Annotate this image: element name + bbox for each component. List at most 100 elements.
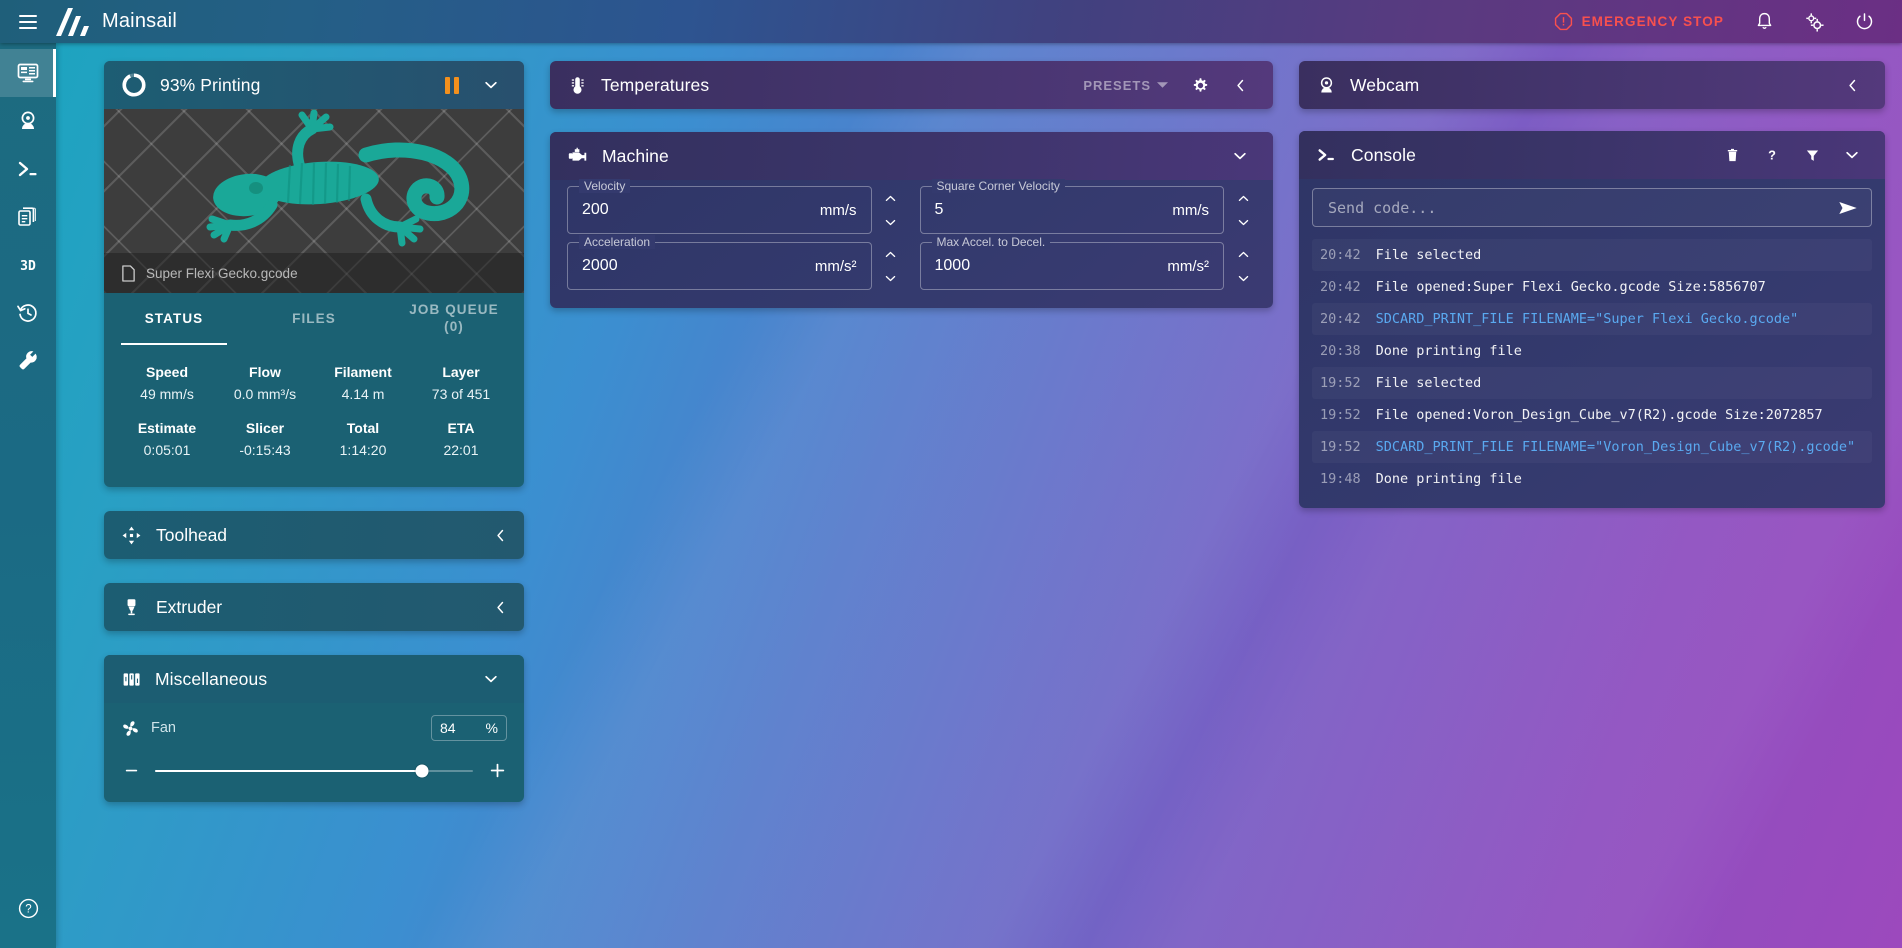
- acceleration-unit: mm/s²: [814, 257, 857, 275]
- temperatures-header: Temperatures PRESETS: [550, 61, 1273, 109]
- velocity-increment-button[interactable]: [878, 188, 904, 208]
- console-log-line: 19:48 Done printing file: [1312, 463, 1872, 495]
- max-accel-to-decel-decrement-button[interactable]: [1230, 268, 1256, 288]
- print-status-actions: [435, 67, 509, 103]
- app-title: Mainsail: [102, 10, 177, 32]
- stat-speed-label: Speed: [145, 364, 188, 380]
- fan-icon: [123, 720, 138, 736]
- plus-icon: [490, 763, 504, 778]
- machine-collapse-button[interactable]: [1222, 138, 1258, 174]
- miscellaneous-header[interactable]: Miscellaneous: [104, 655, 524, 703]
- print-status-collapse-button[interactable]: [473, 67, 509, 103]
- chevron-down-icon: [885, 275, 896, 281]
- bell-icon: [1757, 12, 1771, 29]
- square-corner-velocity-label: Square Corner Velocity: [931, 179, 1065, 193]
- webcam-header: Webcam: [1299, 61, 1885, 109]
- max-accel-to-decel-stepper: [1230, 242, 1256, 290]
- max-accel-to-decel-value: 1000: [934, 257, 971, 274]
- tab-status[interactable]: STATUS: [104, 293, 244, 345]
- max-accel-to-decel-input[interactable]: Max Accel. to Decel. 1000 mm/s²: [919, 235, 1224, 290]
- console-log-line: 19:52 File opened:Voron_Design_Cube_v7(R…: [1312, 399, 1872, 431]
- fan-value: 84: [440, 720, 456, 736]
- toolhead-card[interactable]: Toolhead: [104, 511, 524, 559]
- square-corner-velocity-decrement-button[interactable]: [1230, 212, 1256, 232]
- max-accel-to-decel-increment-button[interactable]: [1230, 244, 1256, 264]
- temperature-presets-button[interactable]: PRESETS: [1073, 68, 1178, 102]
- console-send-input[interactable]: [1328, 198, 1829, 217]
- velocity-decrement-button[interactable]: [878, 212, 904, 232]
- sidebar-item-console[interactable]: [0, 145, 56, 193]
- tab-files[interactable]: FILES: [244, 293, 384, 345]
- notifications-button[interactable]: [1742, 0, 1786, 43]
- temperatures-settings-button[interactable]: [1182, 67, 1218, 103]
- fan-slider-track[interactable]: [155, 764, 473, 777]
- monitor-dashboard-icon: [17, 63, 39, 83]
- fan-increase-button[interactable]: [487, 761, 507, 780]
- console-log-time: 19:52: [1320, 375, 1361, 391]
- chevron-down-icon: [1234, 152, 1246, 160]
- sidebar-item-dashboard[interactable]: [0, 49, 56, 97]
- column-right: Webcam Console ? Send code... 20:42 File…: [1299, 61, 1885, 508]
- console-send-row: [1312, 188, 1872, 227]
- console-log-line: 20:42 File opened:Super Flexi Gecko.gcod…: [1312, 271, 1872, 303]
- chevron-down-icon: [1846, 151, 1858, 159]
- console-log-time: 20:38: [1320, 343, 1361, 359]
- send-icon: [1839, 201, 1857, 214]
- acceleration-increment-button[interactable]: [878, 244, 904, 264]
- sidebar-item-history[interactable]: [0, 289, 56, 337]
- console-log-line: 20:42 File selected: [1312, 239, 1872, 271]
- fan-decrease-button[interactable]: [121, 762, 141, 779]
- toolhead-collapse-button[interactable]: [492, 527, 509, 544]
- velocity-input[interactable]: Velocity 200 mm/s: [567, 179, 872, 234]
- machine-title: Machine: [602, 145, 669, 166]
- sidebar-item-files[interactable]: [0, 193, 56, 241]
- hamburger-icon[interactable]: [0, 0, 56, 43]
- extruder-card[interactable]: Extruder: [104, 583, 524, 631]
- console-filter-button[interactable]: [1794, 137, 1830, 173]
- max-accel-to-decel-field-wrap: Max Accel. to Decel. 1000 mm/s²: [919, 235, 1257, 290]
- fan-row: Fan 84 %: [121, 715, 507, 741]
- webcam-collapse-button[interactable]: [1834, 67, 1870, 103]
- acceleration-decrement-button[interactable]: [878, 268, 904, 288]
- sidebar-item-webcam[interactable]: [0, 97, 56, 145]
- miscellaneous-title: Miscellaneous: [155, 668, 268, 689]
- filter-icon: [1806, 150, 1818, 161]
- sidebar-item-machine-settings[interactable]: [0, 337, 56, 385]
- power-button[interactable]: [1842, 0, 1886, 43]
- fan-unit: %: [485, 720, 498, 736]
- console-log-message: File opened:Voron_Design_Cube_v7(R2).gco…: [1375, 407, 1823, 423]
- acceleration-input[interactable]: Acceleration 2000 mm/s²: [567, 235, 872, 290]
- miscellaneous-collapse-button[interactable]: [473, 661, 509, 697]
- fan-slider-thumb[interactable]: [415, 764, 429, 777]
- emergency-stop-button[interactable]: EMERGENCY STOP: [1542, 6, 1736, 37]
- tab-job-queue[interactable]: JOB QUEUE (0): [384, 293, 524, 345]
- stat-layer-value: 73 of 451: [431, 386, 491, 402]
- console-help-button[interactable]: ?: [1754, 137, 1790, 173]
- temperatures-collapse-button[interactable]: [1222, 67, 1258, 103]
- stat-slicer-label: Slicer: [245, 420, 285, 436]
- console-log-line: 20:38 Done printing file: [1312, 335, 1872, 367]
- sidebar-item-3d-viewer[interactable]: 3D: [0, 241, 56, 289]
- extruder-collapse-button[interactable]: [492, 599, 509, 616]
- stat-flow: Flow 0.0 mm³/s: [216, 355, 314, 411]
- fan-value-field[interactable]: 84 %: [431, 715, 507, 741]
- gcode-preview[interactable]: Super Flexi Gecko.gcode: [104, 109, 524, 293]
- console-log-message: File opened:Super Flexi Gecko.gcode Size…: [1375, 279, 1766, 295]
- webcam-actions: [1834, 67, 1870, 103]
- console-send-button[interactable]: [1837, 197, 1859, 219]
- console-header: Console ?: [1299, 131, 1885, 179]
- console-log[interactable]: 20:42 File selected 20:42 File opened:Su…: [1312, 239, 1872, 495]
- pause-print-button[interactable]: [435, 76, 469, 94]
- console-prompt-icon: [1318, 149, 1334, 161]
- console-log-time: 19:52: [1320, 439, 1361, 455]
- square-corner-velocity-stepper: [1230, 186, 1256, 234]
- console-collapse-button[interactable]: [1834, 137, 1870, 173]
- app-bar-left: Mainsail: [0, 0, 177, 43]
- chevron-down-icon: [485, 81, 497, 89]
- stat-filament: Filament 4.14 m: [314, 355, 412, 411]
- sidebar-item-help[interactable]: ?: [0, 884, 56, 932]
- square-corner-velocity-input[interactable]: Square Corner Velocity 5 mm/s: [919, 179, 1224, 234]
- settings-button[interactable]: [1792, 0, 1836, 43]
- square-corner-velocity-increment-button[interactable]: [1230, 188, 1256, 208]
- console-clear-button[interactable]: [1714, 137, 1750, 173]
